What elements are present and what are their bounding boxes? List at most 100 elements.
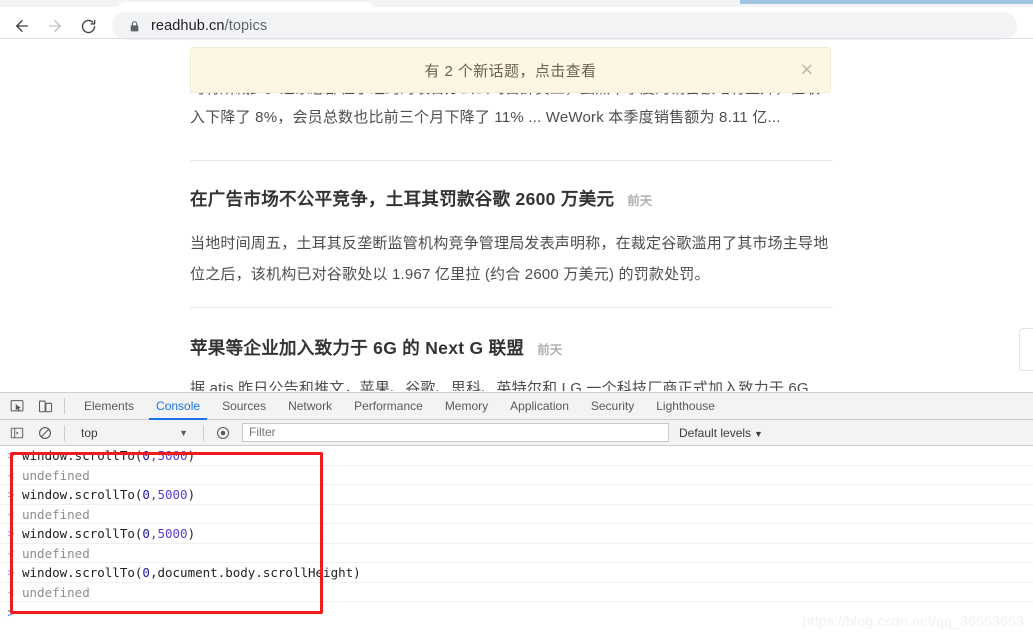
console-input-row[interactable]: > window.scrollTo(0,5000)	[0, 524, 1033, 544]
tab-sources[interactable]: Sources	[211, 393, 277, 420]
article-divider	[190, 160, 833, 161]
arrow-left-icon	[13, 17, 31, 35]
new-topics-banner-text: 有 2 个新话题，点击查看	[424, 62, 597, 80]
output-marker-icon: <	[7, 585, 15, 599]
console-input-row[interactable]: > window.scrollTo(0,5000)	[0, 485, 1033, 505]
tab-security[interactable]: Security	[580, 393, 645, 420]
tab-label: Application	[510, 399, 569, 413]
console-expression: window.scrollTo(0,5000)	[22, 448, 196, 463]
live-expression-button[interactable]	[212, 422, 234, 444]
tab-application[interactable]: Application	[499, 393, 580, 420]
console-result: undefined	[22, 467, 90, 483]
browser-tab-active-partial[interactable]	[740, 0, 1033, 4]
browser-window: readhub.cn/topics 均有所减少。这家总部位于纽约的联合办公公司自…	[0, 0, 1033, 636]
toolbar-divider	[64, 398, 65, 414]
reload-icon	[80, 18, 97, 35]
console-sidebar-icon	[10, 426, 24, 440]
console-result: undefined	[22, 506, 90, 522]
console-log-list[interactable]: > window.scrollTo(0,5000) < undefined > …	[0, 446, 1033, 636]
inspect-element-button[interactable]	[6, 395, 28, 417]
toolbar-divider	[203, 424, 204, 441]
article-divider	[190, 307, 833, 308]
article-summary: 入下降了 8%，会员总数也比前三个月下降了 11% ... WeWork 本季度…	[190, 109, 781, 126]
device-toolbar-icon	[38, 399, 53, 414]
page-viewport: 均有所减少。这家总部位于纽约的联合办公公司自辞员工，虽然本季度的销售额略有上升，…	[0, 40, 1033, 391]
execution-context-value: top	[81, 425, 98, 440]
tab-lighthouse[interactable]: Lighthouse	[645, 393, 726, 420]
tab-strip-sliver	[0, 0, 1033, 7]
article-wework[interactable]: 入下降了 8%，会员总数也比前三个月下降了 11% ... WeWork 本季度…	[190, 102, 840, 133]
output-marker-icon: <	[7, 507, 15, 521]
console-output-row: < undefined	[0, 466, 1033, 485]
floating-side-widget[interactable]	[1019, 328, 1033, 371]
prompt-marker-icon: >	[7, 606, 15, 620]
tab-memory[interactable]: Memory	[434, 393, 499, 420]
console-expression: window.scrollTo(0,5000)	[22, 487, 196, 502]
new-topics-banner[interactable]: 有 2 个新话题，点击查看 ✕	[190, 47, 831, 93]
url-domain: readhub.cn	[151, 18, 225, 34]
article-timestamp: 前天	[537, 343, 563, 357]
devtools-panel: Elements Console Sources Network Perform…	[0, 392, 1033, 636]
browser-toolbar: readhub.cn/topics	[0, 7, 1033, 40]
article-nextg-alliance[interactable]: 苹果等企业加入致力于 6G 的 Next G 联盟 前天 据 atis 昨日公告…	[190, 335, 840, 391]
article-timestamp: 前天	[627, 194, 653, 208]
log-levels-dropdown[interactable]: Default levels ▼	[679, 426, 763, 440]
clear-console-button[interactable]	[34, 422, 56, 444]
article-title-text: 在广告市场不公平竞争，土耳其罚款谷歌 2600 万美元	[190, 189, 615, 209]
input-marker-icon: >	[7, 527, 15, 540]
output-marker-icon: <	[7, 468, 15, 482]
article-google-turkey[interactable]: 在广告市场不公平竞争，土耳其罚款谷歌 2600 万美元 前天 当地时间周五，土耳…	[190, 186, 840, 290]
input-marker-icon: >	[7, 488, 15, 501]
article-title[interactable]: 在广告市场不公平竞争，土耳其罚款谷歌 2600 万美元 前天	[190, 186, 840, 211]
console-output-row: < undefined	[0, 544, 1033, 563]
console-output-row: < undefined	[0, 505, 1033, 524]
execution-context-select[interactable]: top ▼	[73, 423, 195, 443]
console-expression: window.scrollTo(0,5000)	[22, 526, 196, 541]
article-summary: 据 atis 昨日公告和推文，苹果、谷歌、思科、英特尔和 LG 一个科技厂商正式…	[190, 380, 809, 391]
address-bar[interactable]: readhub.cn/topics	[112, 12, 1017, 40]
devtools-tabbar: Elements Console Sources Network Perform…	[0, 393, 1033, 420]
input-marker-icon: >	[7, 566, 15, 579]
url-path: /topics	[224, 18, 268, 34]
toolbar-divider	[0, 38, 1033, 39]
chevron-down-icon: ▼	[179, 427, 188, 438]
tab-console[interactable]: Console	[145, 393, 211, 420]
device-toolbar-button[interactable]	[34, 395, 56, 417]
arrow-right-icon	[46, 17, 64, 35]
tab-elements[interactable]: Elements	[73, 393, 145, 420]
tab-label: Sources	[222, 399, 267, 413]
article-title-text: 苹果等企业加入致力于 6G 的 Next G 联盟	[190, 338, 525, 358]
inspect-element-icon	[10, 399, 25, 414]
console-result: undefined	[22, 545, 90, 561]
output-marker-icon: <	[7, 546, 15, 560]
tab-label: Console	[156, 399, 201, 413]
tab-label: Security	[590, 399, 635, 413]
back-button[interactable]	[12, 16, 32, 36]
console-expression: window.scrollTo(0,document.body.scrollHe…	[22, 565, 361, 580]
url-text: readhub.cn/topics	[151, 18, 267, 34]
clear-console-icon	[38, 426, 52, 440]
reload-button[interactable]	[78, 16, 98, 36]
console-output-row: < undefined	[0, 583, 1033, 602]
forward-button[interactable]	[45, 16, 65, 36]
tab-label: Network	[288, 399, 333, 413]
console-toolbar: top ▼ Default levels▼	[0, 420, 1033, 446]
lock-icon	[128, 20, 141, 33]
tab-label: Lighthouse	[656, 399, 715, 413]
tab-performance[interactable]: Performance	[343, 393, 434, 420]
tab-label: Elements	[84, 399, 135, 413]
chevron-down-icon: ▼	[754, 428, 763, 439]
tab-network[interactable]: Network	[277, 393, 343, 420]
tab-label: Performance	[354, 399, 423, 413]
article-title[interactable]: 苹果等企业加入致力于 6G 的 Next G 联盟 前天	[190, 335, 840, 360]
console-result: undefined	[22, 584, 90, 600]
toolbar-divider	[64, 424, 65, 441]
console-filter-input[interactable]	[242, 423, 669, 442]
console-input-row[interactable]: > window.scrollTo(0,document.body.scroll…	[0, 563, 1033, 583]
tab-label: Memory	[444, 399, 489, 413]
console-input-row[interactable]: > window.scrollTo(0,5000)	[0, 446, 1033, 466]
live-expression-icon	[216, 426, 230, 440]
input-marker-icon: >	[7, 449, 15, 462]
console-sidebar-button[interactable]	[6, 422, 28, 444]
close-icon[interactable]: ✕	[800, 62, 814, 79]
